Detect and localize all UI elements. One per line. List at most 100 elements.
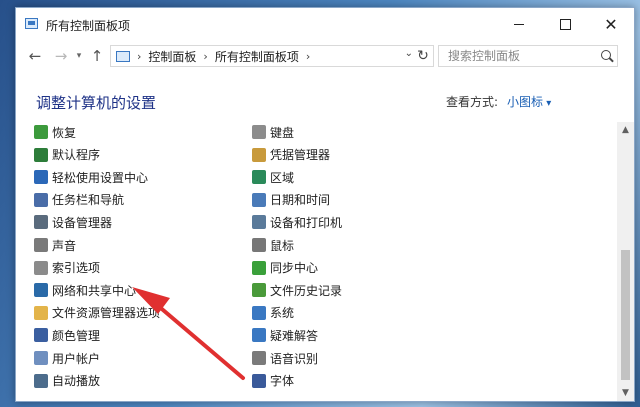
left-item[interactable]: 文件资源管理器选项 [34, 303, 160, 323]
ease-of-access-icon [34, 170, 48, 185]
item-label: 日期和时间 [270, 193, 331, 208]
left-item[interactable]: 声音 [34, 235, 76, 255]
breadcrumb-all-items[interactable]: 所有控制面板项 [215, 48, 299, 65]
speech-recognition-icon [252, 351, 266, 365]
up-button[interactable]: ↑ [88, 46, 106, 66]
item-label: 字体 [270, 374, 295, 389]
item-label: 语音识别 [270, 351, 319, 366]
window-title: 所有控制面板项 [46, 19, 131, 33]
troubleshooting-icon [252, 328, 266, 343]
color-management-icon [34, 328, 48, 343]
right-item[interactable]: 凭据管理器 [252, 145, 330, 165]
right-item[interactable]: 字体 [252, 371, 294, 391]
back-button[interactable]: ← [24, 46, 46, 66]
left-item[interactable]: 默认程序 [34, 145, 100, 165]
left-item[interactable]: 轻松使用设置中心 [34, 167, 148, 187]
item-label: 设备和打印机 [270, 215, 343, 230]
address-bar[interactable]: › 控制面板 › 所有控制面板项 › ⌄ [110, 45, 434, 67]
item-label: 默认程序 [52, 148, 101, 163]
right-item[interactable]: 同步中心 [252, 258, 318, 278]
vertical-scrollbar[interactable]: ▲ ▼ [617, 122, 634, 401]
sound-icon [34, 238, 48, 252]
right-item[interactable]: 语音识别 [252, 348, 318, 368]
minimize-icon [514, 23, 524, 25]
item-label: 网络和共享中心 [52, 283, 137, 298]
search-icon[interactable] [601, 50, 611, 60]
left-item[interactable]: 设备管理器 [34, 212, 112, 232]
left-item[interactable]: 索引选项 [34, 258, 100, 278]
right-item[interactable]: 设备和打印机 [252, 212, 342, 232]
right-item[interactable]: 区域 [252, 167, 294, 187]
breadcrumb-control-panel[interactable]: 控制面板 [148, 48, 196, 65]
scroll-up-icon[interactable]: ▲ [617, 125, 634, 135]
item-label: 键盘 [270, 125, 295, 140]
scrollbar-thumb[interactable] [621, 250, 630, 380]
search-input[interactable] [446, 48, 600, 64]
view-by-dropdown[interactable]: 小图标 [507, 93, 551, 110]
right-item[interactable]: 系统 [252, 303, 294, 323]
minimize-button[interactable] [496, 8, 542, 40]
folder-options-icon [34, 305, 48, 320]
item-label: 文件资源管理器选项 [52, 306, 161, 321]
left-item[interactable]: 用户帐户 [34, 348, 100, 368]
item-label: 同步中心 [270, 261, 319, 276]
item-label: 恢复 [52, 125, 77, 140]
scroll-down-icon[interactable]: ▼ [617, 388, 634, 398]
left-item[interactable]: 网络和共享中心 [34, 280, 136, 300]
recovery-icon [34, 125, 48, 139]
maximize-button[interactable] [542, 8, 588, 40]
search-box[interactable] [438, 45, 618, 67]
system-icon [252, 305, 266, 320]
right-item[interactable]: 鼠标 [252, 235, 294, 255]
arrow-left-icon: ← [28, 47, 42, 65]
right-item[interactable]: 键盘 [252, 122, 294, 142]
maximize-icon [559, 18, 571, 30]
breadcrumb-separator-icon[interactable]: › [137, 50, 141, 63]
network-icon [34, 283, 48, 298]
item-label: 鼠标 [270, 238, 295, 253]
items-list: 恢复 默认程序 轻松使用设置中心 任务栏和导航 设备管理器 声音 索引选项 网络和共享中心 文件… [16, 122, 614, 401]
item-label: 疑难解答 [270, 328, 319, 343]
item-label: 索引选项 [52, 261, 101, 276]
refresh-icon: ↻ [417, 48, 429, 64]
address-dropdown-icon[interactable]: ⌄ [405, 48, 413, 59]
breadcrumb-separator-icon[interactable]: › [306, 50, 310, 63]
item-label: 文件历史记录 [270, 283, 343, 298]
file-history-icon [252, 283, 266, 298]
arrow-right-icon: → [54, 47, 68, 65]
region-icon [252, 170, 266, 185]
page-title: 调整计算机的设置 [36, 94, 157, 112]
fonts-icon [252, 373, 266, 388]
left-item[interactable]: 恢复 [34, 122, 76, 142]
control-panel-icon [25, 18, 38, 29]
recent-locations-button[interactable]: ▾ [72, 46, 86, 66]
left-item[interactable]: 自动播放 [34, 371, 100, 391]
right-item[interactable]: 疑难解答 [252, 325, 318, 345]
default-programs-icon [34, 147, 48, 162]
item-label: 任务栏和导航 [52, 193, 125, 208]
autoplay-icon [34, 373, 48, 388]
date-time-icon [252, 192, 266, 207]
keyboard-icon [252, 125, 266, 139]
mouse-icon [252, 238, 266, 252]
indexing-icon [34, 260, 48, 275]
close-button[interactable]: ✕ [588, 8, 634, 40]
device-manager-icon [34, 215, 48, 230]
refresh-button[interactable]: ↻ [414, 46, 432, 66]
chevron-down-icon: ▾ [76, 51, 82, 61]
item-label: 凭据管理器 [270, 148, 331, 163]
title-bar[interactable]: 所有控制面板项 ✕ [16, 8, 634, 40]
item-label: 颜色管理 [52, 328, 101, 343]
breadcrumb-separator-icon[interactable]: › [203, 50, 207, 63]
right-item[interactable]: 日期和时间 [252, 190, 330, 210]
left-item[interactable]: 颜色管理 [34, 325, 100, 345]
item-label: 自动播放 [52, 374, 101, 389]
view-by-label: 查看方式: [446, 95, 499, 109]
right-item[interactable]: 文件历史记录 [252, 280, 342, 300]
item-label: 系统 [270, 306, 295, 321]
item-label: 区域 [270, 170, 295, 185]
left-item[interactable]: 任务栏和导航 [34, 190, 124, 210]
control-panel-window: 所有控制面板项 ✕ ← → ▾ ↑ › 控制面板 › 所有控制面板项 › ⌄ ↻… [15, 7, 635, 402]
forward-button[interactable]: → [50, 46, 72, 66]
close-icon: ✕ [604, 14, 618, 34]
